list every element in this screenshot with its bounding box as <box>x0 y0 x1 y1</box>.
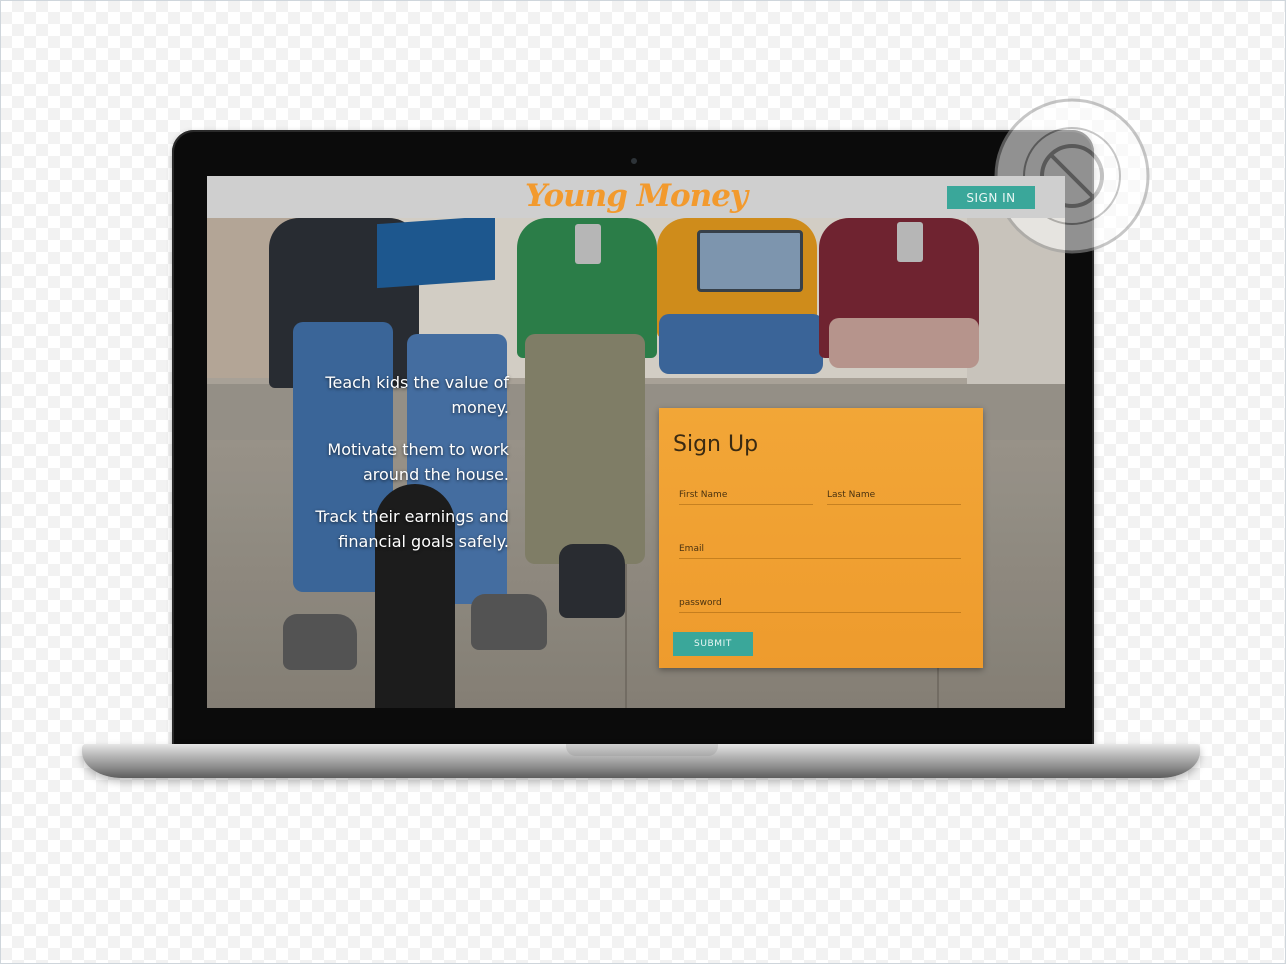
tagline-1: Teach kids the value of money. <box>325 373 509 417</box>
hero-section: Teach kids the value of money. Motivate … <box>207 215 1065 708</box>
laptop-hinge-notch <box>566 744 718 756</box>
last-name-field <box>827 482 961 506</box>
webcam <box>631 158 637 164</box>
last-name-input[interactable] <box>827 484 961 506</box>
password-field <box>679 590 961 614</box>
submit-button[interactable]: SUBMIT <box>673 632 753 656</box>
first-name-input[interactable] <box>679 484 813 506</box>
email-field <box>679 536 961 560</box>
sign-in-button[interactable]: SIGN IN <box>947 186 1035 209</box>
brand-logo[interactable]: Young Money <box>207 178 1065 214</box>
signup-form: Sign Up SUBMIT <box>659 408 983 668</box>
navbar: Young Money SIGN IN <box>207 176 1065 218</box>
password-input[interactable] <box>679 592 961 614</box>
email-input[interactable] <box>679 538 961 560</box>
tagline-3: Track their earnings and financial goals… <box>315 507 509 551</box>
laptop-screen: Young Money SIGN IN Teach kids the value… <box>207 176 1065 708</box>
first-name-field <box>679 482 813 506</box>
laptop-base <box>82 744 1200 778</box>
signup-title: Sign Up <box>673 432 759 457</box>
tagline-2: Motivate them to work around the house. <box>327 440 509 484</box>
